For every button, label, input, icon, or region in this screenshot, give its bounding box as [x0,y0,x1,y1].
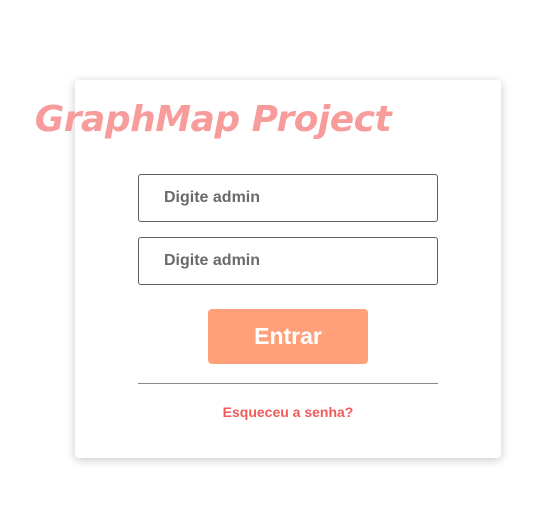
app-title: GraphMap Project [34,99,392,140]
divider [138,383,438,384]
login-button[interactable]: Entrar [208,309,368,364]
password-input[interactable] [138,237,438,285]
forgot-password-link[interactable]: Esqueceu a senha? [138,404,438,420]
username-input[interactable] [138,174,438,222]
